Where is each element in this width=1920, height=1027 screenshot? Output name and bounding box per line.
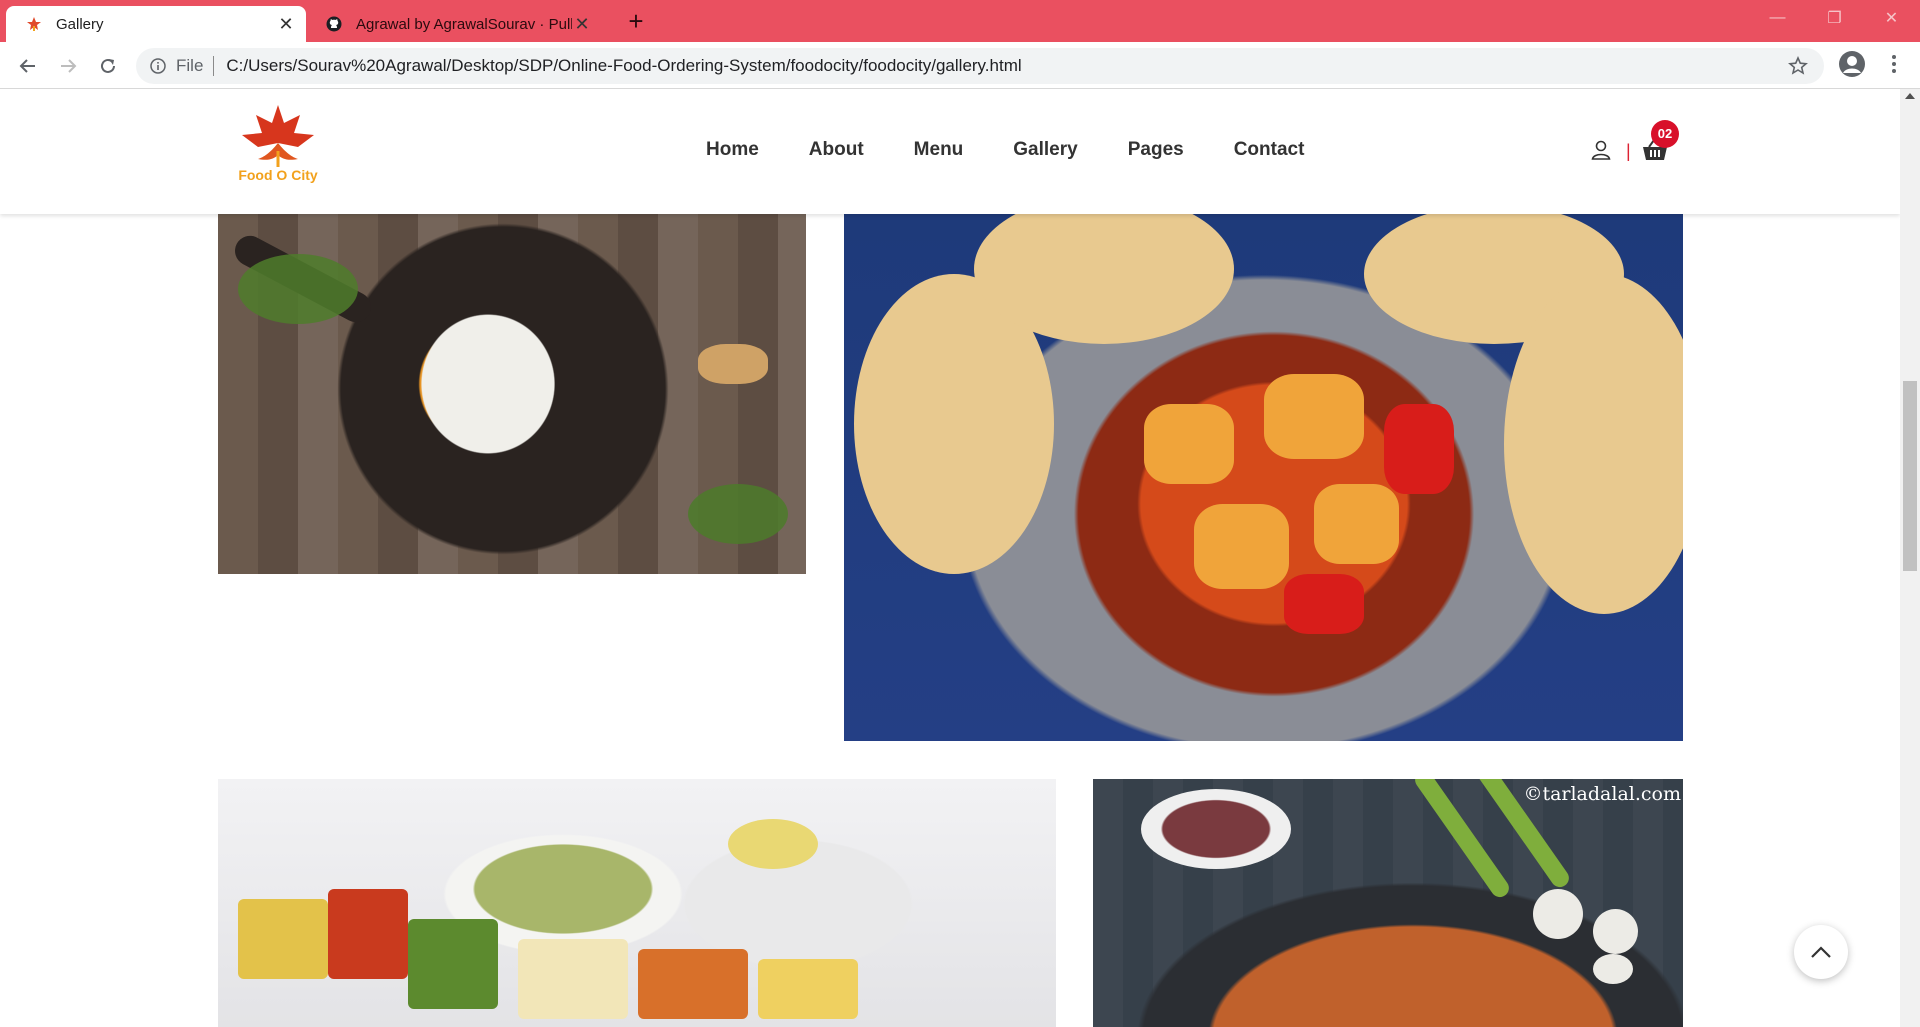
minimize-button[interactable]: — [1749, 0, 1806, 36]
browser-menu-icon[interactable] [1884, 52, 1904, 76]
reload-icon [101, 58, 115, 73]
tab-close-icon[interactable]: ✕ [276, 14, 296, 34]
nav-contact[interactable]: Contact [1234, 139, 1305, 161]
header-separator: | [1626, 141, 1631, 161]
image-detail [518, 939, 628, 1019]
image-detail [238, 254, 358, 324]
image-detail [698, 344, 768, 384]
close-window-button[interactable]: ✕ [1863, 0, 1920, 36]
image-detail [638, 949, 748, 1019]
gallery-image-paneer-curry[interactable] [844, 214, 1683, 741]
image-detail [408, 919, 498, 1009]
page-viewport: Food O City Home About Menu Gallery Page… [0, 89, 1900, 1027]
image-detail [1533, 889, 1583, 939]
image-detail [1144, 404, 1234, 484]
user-account-icon[interactable] [1590, 139, 1612, 161]
nav-about[interactable]: About [809, 139, 864, 161]
tab-close-icon[interactable]: ✕ [572, 14, 592, 34]
tab-gallery[interactable]: Gallery ✕ [6, 6, 306, 42]
info-icon[interactable] [150, 58, 166, 74]
logo-text: Food O City [238, 167, 318, 183]
scheme-label: File [176, 56, 204, 75]
address-separator [213, 56, 215, 76]
image-detail [1314, 484, 1399, 564]
image-detail [758, 959, 858, 1019]
github-icon [326, 16, 342, 32]
image-detail [238, 899, 328, 979]
site-favicon-icon [27, 17, 41, 31]
image-detail [688, 484, 788, 544]
tab-title: Gallery [56, 15, 104, 33]
scrollbar-thumb[interactable] [1903, 381, 1917, 571]
scroll-up-arrow-icon[interactable] [1905, 93, 1915, 99]
chevron-up-icon [1811, 946, 1831, 958]
image-detail [1593, 954, 1633, 984]
back-button[interactable] [14, 52, 42, 80]
window-controls: — ❐ ✕ [1749, 0, 1920, 42]
image-detail [728, 819, 818, 869]
image-detail [1264, 374, 1364, 459]
nav-home[interactable]: Home [706, 139, 759, 161]
cart-count-badge: 02 [1651, 120, 1679, 148]
bookmark-star-icon[interactable] [1788, 56, 1808, 76]
gallery-image-dal-rice[interactable] [218, 214, 806, 574]
image-detail [1384, 404, 1454, 494]
image-detail [1194, 504, 1289, 589]
nav-gallery[interactable]: Gallery [1013, 139, 1077, 161]
browser-toolbar: File C:/Users/Sourav%20Agrawal/Desktop/S… [0, 42, 1920, 89]
image-detail [1141, 789, 1291, 869]
profile-avatar-icon[interactable] [1838, 50, 1866, 78]
image-detail [328, 889, 408, 979]
restore-button[interactable]: ❐ [1806, 0, 1863, 36]
tab-github-pull[interactable]: Agrawal by AgrawalSourav · Pull ✕ [312, 6, 602, 42]
forward-button[interactable] [54, 52, 82, 80]
address-bar[interactable]: File C:/Users/Sourav%20Agrawal/Desktop/S… [136, 48, 1824, 84]
forward-arrow-icon [61, 59, 77, 73]
image-detail [1284, 574, 1364, 634]
browser-tab-bar: Gallery ✕ Agrawal by AgrawalSourav · Pul… [0, 0, 1920, 42]
nav-menu[interactable]: Menu [914, 139, 964, 161]
gallery-image-paneer-tikka[interactable] [218, 779, 1056, 1027]
gallery-image-masala-rice[interactable]: ©tarladalal.com [1093, 779, 1683, 1027]
page-scrollbar[interactable] [1900, 89, 1920, 1027]
nav-pages[interactable]: Pages [1128, 139, 1184, 161]
new-tab-button[interactable]: + [622, 8, 650, 36]
image-watermark: ©tarladalal.com [1523, 783, 1681, 805]
site-header: Food O City Home About Menu Gallery Page… [0, 89, 1900, 214]
back-to-top-button[interactable] [1794, 925, 1848, 979]
back-arrow-icon [19, 59, 35, 73]
image-detail [1593, 909, 1638, 954]
tab-title: Agrawal by AgrawalSourav · Pull [356, 15, 572, 33]
url-text[interactable]: C:/Users/Sourav%20Agrawal/Desktop/SDP/On… [226, 56, 1021, 76]
main-navigation: Home About Menu Gallery Pages Contact [706, 139, 1354, 161]
reload-button[interactable] [94, 52, 122, 80]
